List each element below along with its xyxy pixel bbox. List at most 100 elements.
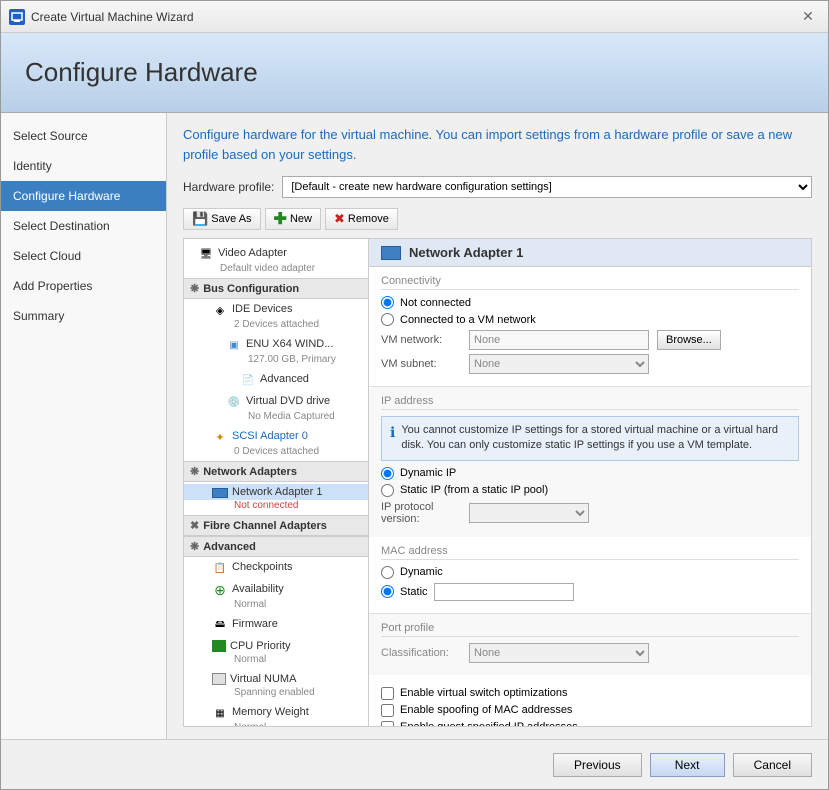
static-ip-radio[interactable] [381, 484, 394, 497]
remove-icon: ✖ [334, 211, 345, 227]
list-item[interactable]: ⊕ Availability Normal [184, 579, 368, 614]
next-button[interactable]: Next [650, 753, 725, 777]
checkpoints-icon: 📋 [212, 561, 228, 575]
tree-row-availability: ⊕ Availability [184, 581, 368, 599]
save-as-button[interactable]: 💾 Save As [183, 208, 261, 230]
list-item[interactable]: 🖥 Video Adapter Default video adapter [184, 243, 368, 278]
list-item[interactable]: Network Adapter 1 Not connected [184, 482, 368, 515]
list-item[interactable]: 📋 Checkpoints [184, 557, 368, 579]
guest-ip-label: Enable guest specified IP addresses [400, 721, 578, 726]
list-item[interactable]: ◈ IDE Devices 2 Devices attached [184, 299, 368, 334]
footer: Previous Next Cancel [1, 739, 828, 789]
sidebar-item-select-cloud[interactable]: Select Cloud [1, 241, 166, 271]
not-connected-row[interactable]: Not connected [381, 296, 799, 309]
section-advanced[interactable]: ❋ Advanced [184, 536, 368, 557]
scsi-icon: ✦ [212, 430, 228, 444]
virtual-switch-checkbox[interactable] [381, 687, 394, 700]
remove-button[interactable]: ✖ Remove [325, 208, 398, 230]
guest-ip-checkbox[interactable] [381, 721, 394, 726]
wizard-window: Create Virtual Machine Wizard ✕ Configur… [0, 0, 829, 790]
previous-button[interactable]: Previous [553, 753, 642, 777]
mac-address-section: MAC address Dynamic Static [369, 537, 811, 613]
section-label: Bus Configuration [203, 283, 299, 295]
tree-row-scsi: ✦ SCSI Adapter 0 [184, 428, 368, 446]
static-mac-row[interactable]: Static [381, 583, 799, 601]
tree-row-checkpoints: 📋 Checkpoints [184, 559, 368, 577]
remove-label: Remove [348, 213, 389, 225]
static-ip-label: Static IP (from a static IP pool) [400, 484, 548, 496]
details-header: Network Adapter 1 [369, 239, 811, 267]
app-icon [9, 9, 25, 25]
content-area: 🖥 Video Adapter Default video adapter ❋ … [183, 238, 812, 727]
details-title: Network Adapter 1 [409, 245, 523, 260]
list-item[interactable]: 💿 Virtual DVD drive No Media Captured [184, 391, 368, 426]
mac-spoofing-checkbox[interactable] [381, 704, 394, 717]
save-icon: 💾 [192, 211, 208, 227]
static-ip-row[interactable]: Static IP (from a static IP pool) [381, 484, 799, 497]
numa-icon [212, 673, 226, 685]
list-item[interactable]: CPU Priority Normal [184, 636, 368, 669]
tree-row-video-adapter: 🖥 Video Adapter [184, 245, 368, 263]
availability-icon: ⊕ [212, 583, 228, 597]
ip-protocol-select[interactable] [469, 503, 589, 523]
list-item[interactable]: Virtual NUMA Spanning enabled [184, 669, 368, 702]
sidebar-item-select-destination[interactable]: Select Destination [1, 211, 166, 241]
sidebar-item-add-properties[interactable]: Add Properties [1, 271, 166, 301]
title-bar-left: Create Virtual Machine Wizard [9, 9, 194, 25]
sidebar-item-summary[interactable]: Summary [1, 301, 166, 331]
connected-vm-radio[interactable] [381, 313, 394, 326]
body: Select Source Identity Configure Hardwar… [1, 113, 828, 739]
connectivity-section-label: Connectivity [381, 275, 799, 290]
classification-select[interactable]: None [469, 643, 649, 663]
tree-panel: 🖥 Video Adapter Default video adapter ❋ … [184, 239, 369, 726]
vm-subnet-select[interactable]: None [469, 354, 649, 374]
video-adapter-icon: 🖥 [198, 247, 214, 261]
list-item[interactable]: 🖴 Firmware [184, 614, 368, 636]
virtual-switch-row[interactable]: Enable virtual switch optimizations [381, 687, 799, 700]
list-item[interactable]: ▦ Memory Weight Normal [184, 702, 368, 726]
list-item[interactable]: 📄 Advanced [184, 369, 368, 391]
collapse-icon: ❋ [190, 282, 199, 295]
tree-row-enu: ▣ ENU X64 WIND... [184, 336, 368, 354]
hardware-profile-select[interactable]: [Default - create new hardware configura… [282, 176, 812, 198]
browse-button[interactable]: Browse... [657, 330, 721, 350]
tree-row-dvd: 💿 Virtual DVD drive [184, 393, 368, 411]
connected-vm-row[interactable]: Connected to a VM network [381, 313, 799, 326]
title-bar: Create Virtual Machine Wizard ✕ [1, 1, 828, 33]
vm-network-label: VM network: [381, 334, 461, 346]
sidebar-item-configure-hardware[interactable]: Configure Hardware [1, 181, 166, 211]
details-panel: Network Adapter 1 Connectivity Not conne… [369, 239, 811, 726]
dynamic-mac-radio[interactable] [381, 566, 394, 579]
list-item[interactable]: ✦ SCSI Adapter 0 0 Devices attached [184, 426, 368, 461]
cancel-button[interactable]: Cancel [733, 753, 812, 777]
ip-info-box: ℹ You cannot customize IP settings for a… [381, 416, 799, 461]
tree-row-ide: ◈ IDE Devices [184, 301, 368, 319]
section-fibre-channel[interactable]: ✖ Fibre Channel Adapters [184, 515, 368, 536]
section-network-adapters[interactable]: ❋ Network Adapters [184, 461, 368, 482]
tree-row-cpu-priority: CPU Priority [184, 638, 368, 654]
dynamic-ip-row[interactable]: Dynamic IP [381, 467, 799, 480]
static-mac-radio[interactable] [381, 585, 394, 598]
dynamic-ip-radio[interactable] [381, 467, 394, 480]
vm-network-input[interactable] [469, 330, 649, 350]
page-title: Configure Hardware [25, 57, 258, 88]
advanced-icon: 📄 [240, 373, 256, 387]
sidebar-item-identity[interactable]: Identity [1, 151, 166, 181]
sidebar-item-select-source[interactable]: Select Source [1, 121, 166, 151]
tree-row-advanced: 📄 Advanced [184, 371, 368, 389]
close-button[interactable]: ✕ [796, 5, 820, 29]
new-button[interactable]: ✚ New [265, 208, 321, 230]
section-bus-configuration[interactable]: ❋ Bus Configuration [184, 278, 368, 299]
disk-icon: ▣ [226, 338, 242, 352]
virtual-switch-label: Enable virtual switch optimizations [400, 687, 568, 699]
dynamic-mac-row[interactable]: Dynamic [381, 566, 799, 579]
network-adapter-icon [212, 488, 228, 498]
mac-spoofing-row[interactable]: Enable spoofing of MAC addresses [381, 704, 799, 717]
vm-network-row: VM network: Browse... [381, 330, 799, 350]
collapse-icon: ❋ [190, 465, 199, 478]
guest-ip-row[interactable]: Enable guest specified IP addresses [381, 721, 799, 726]
section-label: Advanced [203, 541, 256, 553]
list-item[interactable]: ▣ ENU X64 WIND... 127.00 GB, Primary [184, 334, 368, 369]
not-connected-radio[interactable] [381, 296, 394, 309]
static-mac-input[interactable] [434, 583, 574, 601]
